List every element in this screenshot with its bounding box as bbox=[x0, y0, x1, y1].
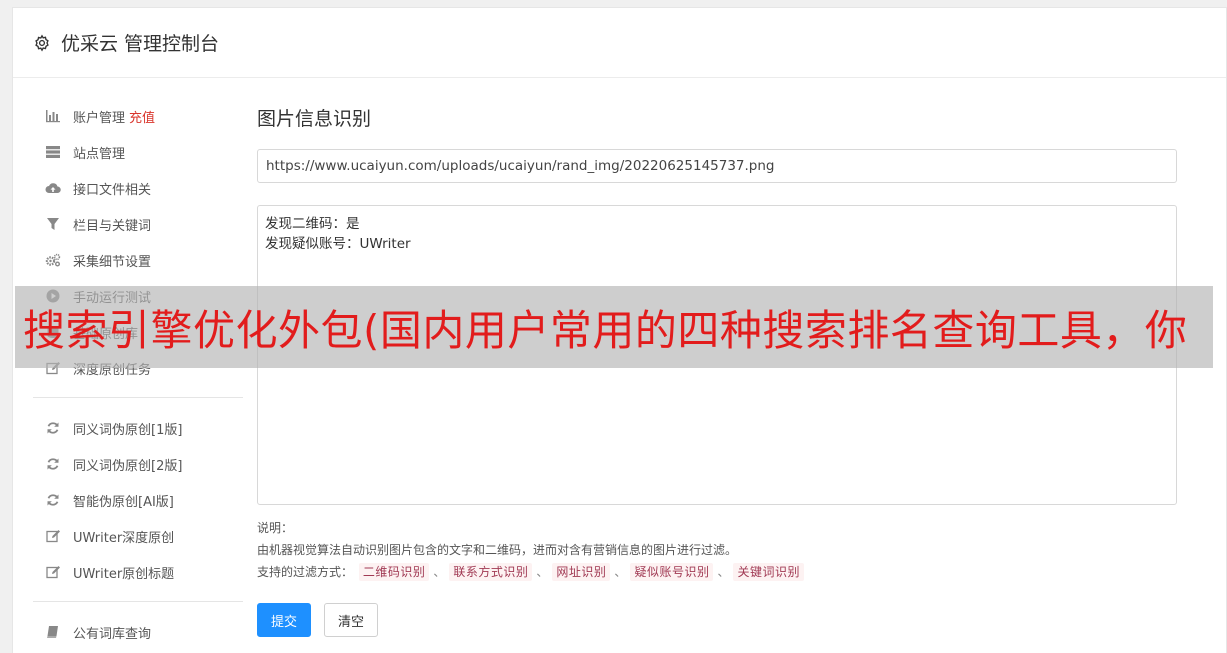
edit-icon bbox=[45, 564, 61, 580]
tag-separator: 、 bbox=[433, 565, 446, 579]
filter-tag: 联系方式识别 bbox=[449, 563, 533, 581]
sidebar: 账户管理充值站点管理接口文件相关栏目与关键词采集细节设置手动运行测试基础原创库深… bbox=[33, 98, 243, 650]
gear-icon bbox=[33, 34, 51, 52]
sidebar-item-label: 公有词库查询 bbox=[73, 626, 152, 642]
clear-button[interactable]: 清空 bbox=[324, 603, 378, 637]
sidebar-item-label: 智能伪原创[AI版] bbox=[73, 494, 174, 510]
filter-icon bbox=[45, 216, 61, 232]
result-line: 发现疑似账号：UWriter bbox=[265, 236, 411, 252]
filter-tag: 疑似账号识别 bbox=[630, 563, 714, 581]
sidebar-item-label: 同义词伪原创[1版] bbox=[73, 422, 183, 438]
refresh-icon bbox=[45, 492, 61, 508]
result-line: 发现二维码：是 bbox=[265, 216, 360, 232]
server-icon bbox=[45, 144, 61, 160]
edit-icon bbox=[45, 528, 61, 544]
sidebar-item[interactable]: UWriter深度原创 bbox=[33, 518, 243, 554]
sidebar-item[interactable]: 同义词伪原创[2版] bbox=[33, 446, 243, 482]
sidebar-item-label: 同义词伪原创[2版] bbox=[73, 458, 183, 474]
cloud-upload-icon bbox=[45, 180, 61, 196]
button-row: 提交 清空 bbox=[257, 603, 1179, 637]
refresh-icon bbox=[45, 456, 61, 472]
cogs-icon bbox=[45, 252, 61, 268]
tag-separator: 、 bbox=[536, 565, 549, 579]
sidebar-item[interactable]: 账户管理 充值 bbox=[33, 98, 243, 134]
image-url-input[interactable]: https://www.ucaiyun.com/uploads/ucaiyun/… bbox=[257, 149, 1177, 183]
page-title: 优采云 管理控制台 bbox=[61, 33, 220, 55]
filter-methods: 支持的过滤方式： 二维码识别、联系方式识别、网址识别、疑似账号识别、关键词识别 bbox=[257, 561, 1179, 583]
sidebar-item-label: 账户管理 bbox=[73, 110, 126, 126]
filter-tag: 二维码识别 bbox=[358, 563, 430, 581]
sidebar-item[interactable]: 智能伪原创[AI版] bbox=[33, 482, 243, 518]
filter-tag: 关键词识别 bbox=[733, 563, 804, 581]
sidebar-divider bbox=[33, 397, 243, 398]
sidebar-item-label: 接口文件相关 bbox=[73, 182, 152, 198]
sidebar-item[interactable]: UWriter原创标题 bbox=[33, 554, 243, 590]
console-header: 优采云 管理控制台 bbox=[13, 8, 1226, 78]
section-title: 图片信息识别 bbox=[257, 108, 372, 130]
sidebar-item[interactable]: 接口文件相关 bbox=[33, 170, 243, 206]
main-panel: 图片信息识别 https://www.ucaiyun.com/uploads/u… bbox=[257, 104, 1179, 637]
sidebar-item[interactable]: 站点管理 bbox=[33, 134, 243, 170]
filter-tag: 网址识别 bbox=[552, 563, 611, 581]
bar-chart-icon bbox=[45, 108, 61, 124]
notes-label: 说明： bbox=[257, 521, 294, 535]
filter-label: 支持的过滤方式： bbox=[257, 565, 354, 579]
recharge-link[interactable]: 充值 bbox=[129, 107, 155, 126]
notes: 说明： 由机器视觉算法自动识别图片包含的文字和二维码，进而对含有营销信息的图片进… bbox=[257, 517, 1179, 583]
sidebar-item-label: 站点管理 bbox=[73, 146, 126, 162]
sidebar-item-label: UWriter原创标题 bbox=[73, 566, 175, 582]
overlay-banner: 搜索引擎优化外包(国内用户常用的四种搜索排名查询工具，你 bbox=[15, 286, 1213, 368]
tag-separator: 、 bbox=[717, 565, 730, 579]
refresh-icon bbox=[45, 420, 61, 436]
sidebar-item-label: 栏目与关键词 bbox=[73, 218, 152, 234]
tag-separator: 、 bbox=[614, 565, 627, 579]
sidebar-item-label: UWriter深度原创 bbox=[73, 530, 175, 546]
sidebar-divider bbox=[33, 601, 243, 602]
sidebar-item[interactable]: 采集细节设置 bbox=[33, 242, 243, 278]
overlay-text: 搜索引擎优化外包(国内用户常用的四种搜索排名查询工具，你 bbox=[23, 305, 1188, 355]
sidebar-item[interactable]: 同义词伪原创[1版] bbox=[33, 410, 243, 446]
sidebar-item[interactable]: 公有词库查询 bbox=[33, 614, 243, 650]
book-icon bbox=[45, 624, 61, 640]
sidebar-item-label: 采集细节设置 bbox=[73, 254, 152, 270]
submit-button[interactable]: 提交 bbox=[257, 603, 311, 637]
notes-description: 由机器视觉算法自动识别图片包含的文字和二维码，进而对含有营销信息的图片进行过滤。 bbox=[257, 543, 738, 557]
sidebar-item[interactable]: 栏目与关键词 bbox=[33, 206, 243, 242]
